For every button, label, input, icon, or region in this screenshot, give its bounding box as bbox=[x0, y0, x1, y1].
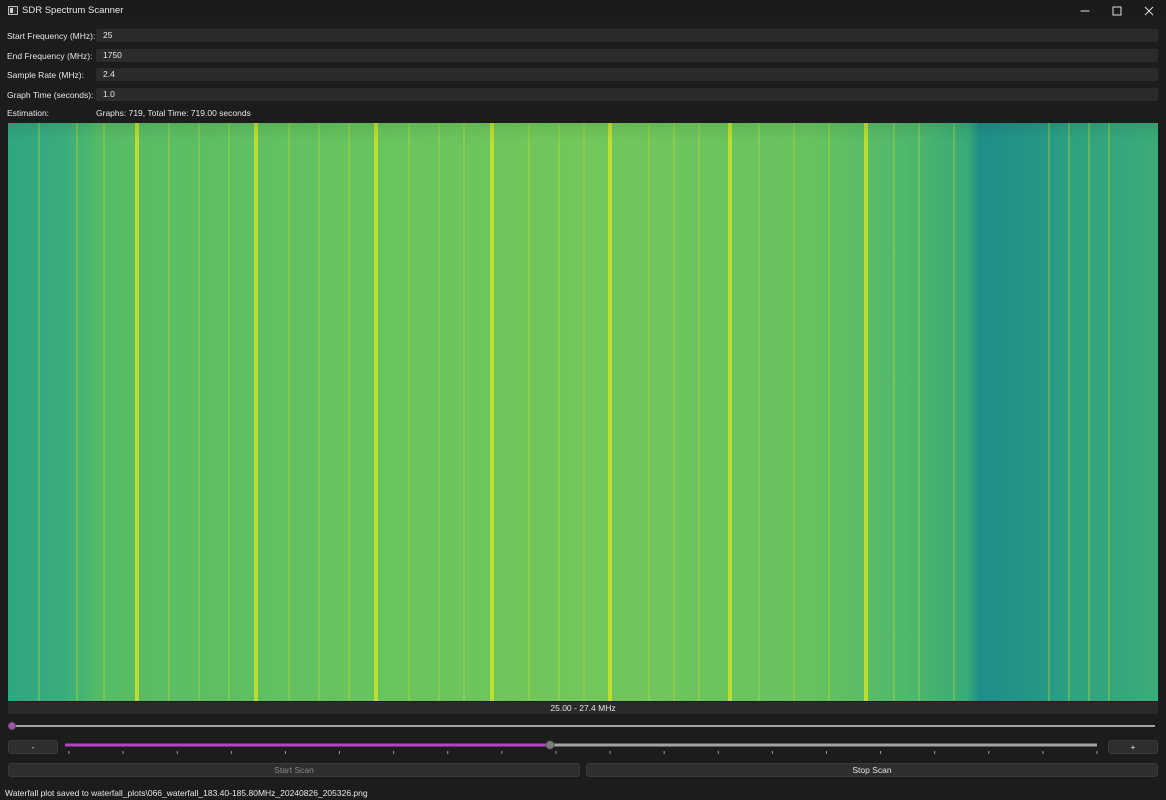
close-icon[interactable] bbox=[1133, 0, 1165, 22]
window-title: SDR Spectrum Scanner bbox=[22, 5, 124, 16]
position-slider-handle[interactable] bbox=[8, 722, 16, 730]
zoom-out-button[interactable]: - bbox=[8, 740, 58, 754]
minimize-icon[interactable] bbox=[1069, 0, 1101, 22]
estimation-label: Estimation: bbox=[7, 108, 50, 118]
start-frequency-label: Start Frequency (MHz): bbox=[7, 31, 96, 41]
sample-rate-input[interactable]: 2.4 bbox=[96, 68, 1158, 81]
end-frequency-label: End Frequency (MHz): bbox=[7, 51, 93, 61]
zoom-in-button[interactable]: + bbox=[1108, 740, 1158, 754]
stop-scan-button[interactable]: Stop Scan bbox=[586, 763, 1158, 777]
graph-time-input[interactable]: 1.0 bbox=[96, 88, 1158, 101]
app-icon bbox=[8, 6, 18, 15]
maximize-icon[interactable] bbox=[1101, 0, 1133, 22]
title-bar: SDR Spectrum Scanner bbox=[0, 0, 1166, 22]
zoom-slider[interactable] bbox=[63, 738, 1103, 758]
start-scan-button[interactable]: Start Scan bbox=[8, 763, 580, 777]
sample-rate-label: Sample Rate (MHz): bbox=[7, 70, 84, 80]
start-frequency-input[interactable]: 25 bbox=[96, 29, 1158, 42]
graph-position-slider[interactable] bbox=[8, 720, 1158, 732]
waterfall-plot bbox=[8, 123, 1158, 701]
graph-time-label: Graph Time (seconds): bbox=[7, 90, 94, 100]
position-slider-track bbox=[12, 725, 1155, 727]
end-frequency-input[interactable]: 1750 bbox=[96, 49, 1158, 62]
status-message: Waterfall plot saved to waterfall_plots\… bbox=[5, 788, 368, 798]
frequency-range-label: 25.00 - 27.4 MHz bbox=[8, 702, 1158, 714]
estimation-value: Graphs: 719, Total Time: 719.00 seconds bbox=[96, 108, 251, 118]
zoom-slider-handle[interactable] bbox=[545, 740, 555, 750]
